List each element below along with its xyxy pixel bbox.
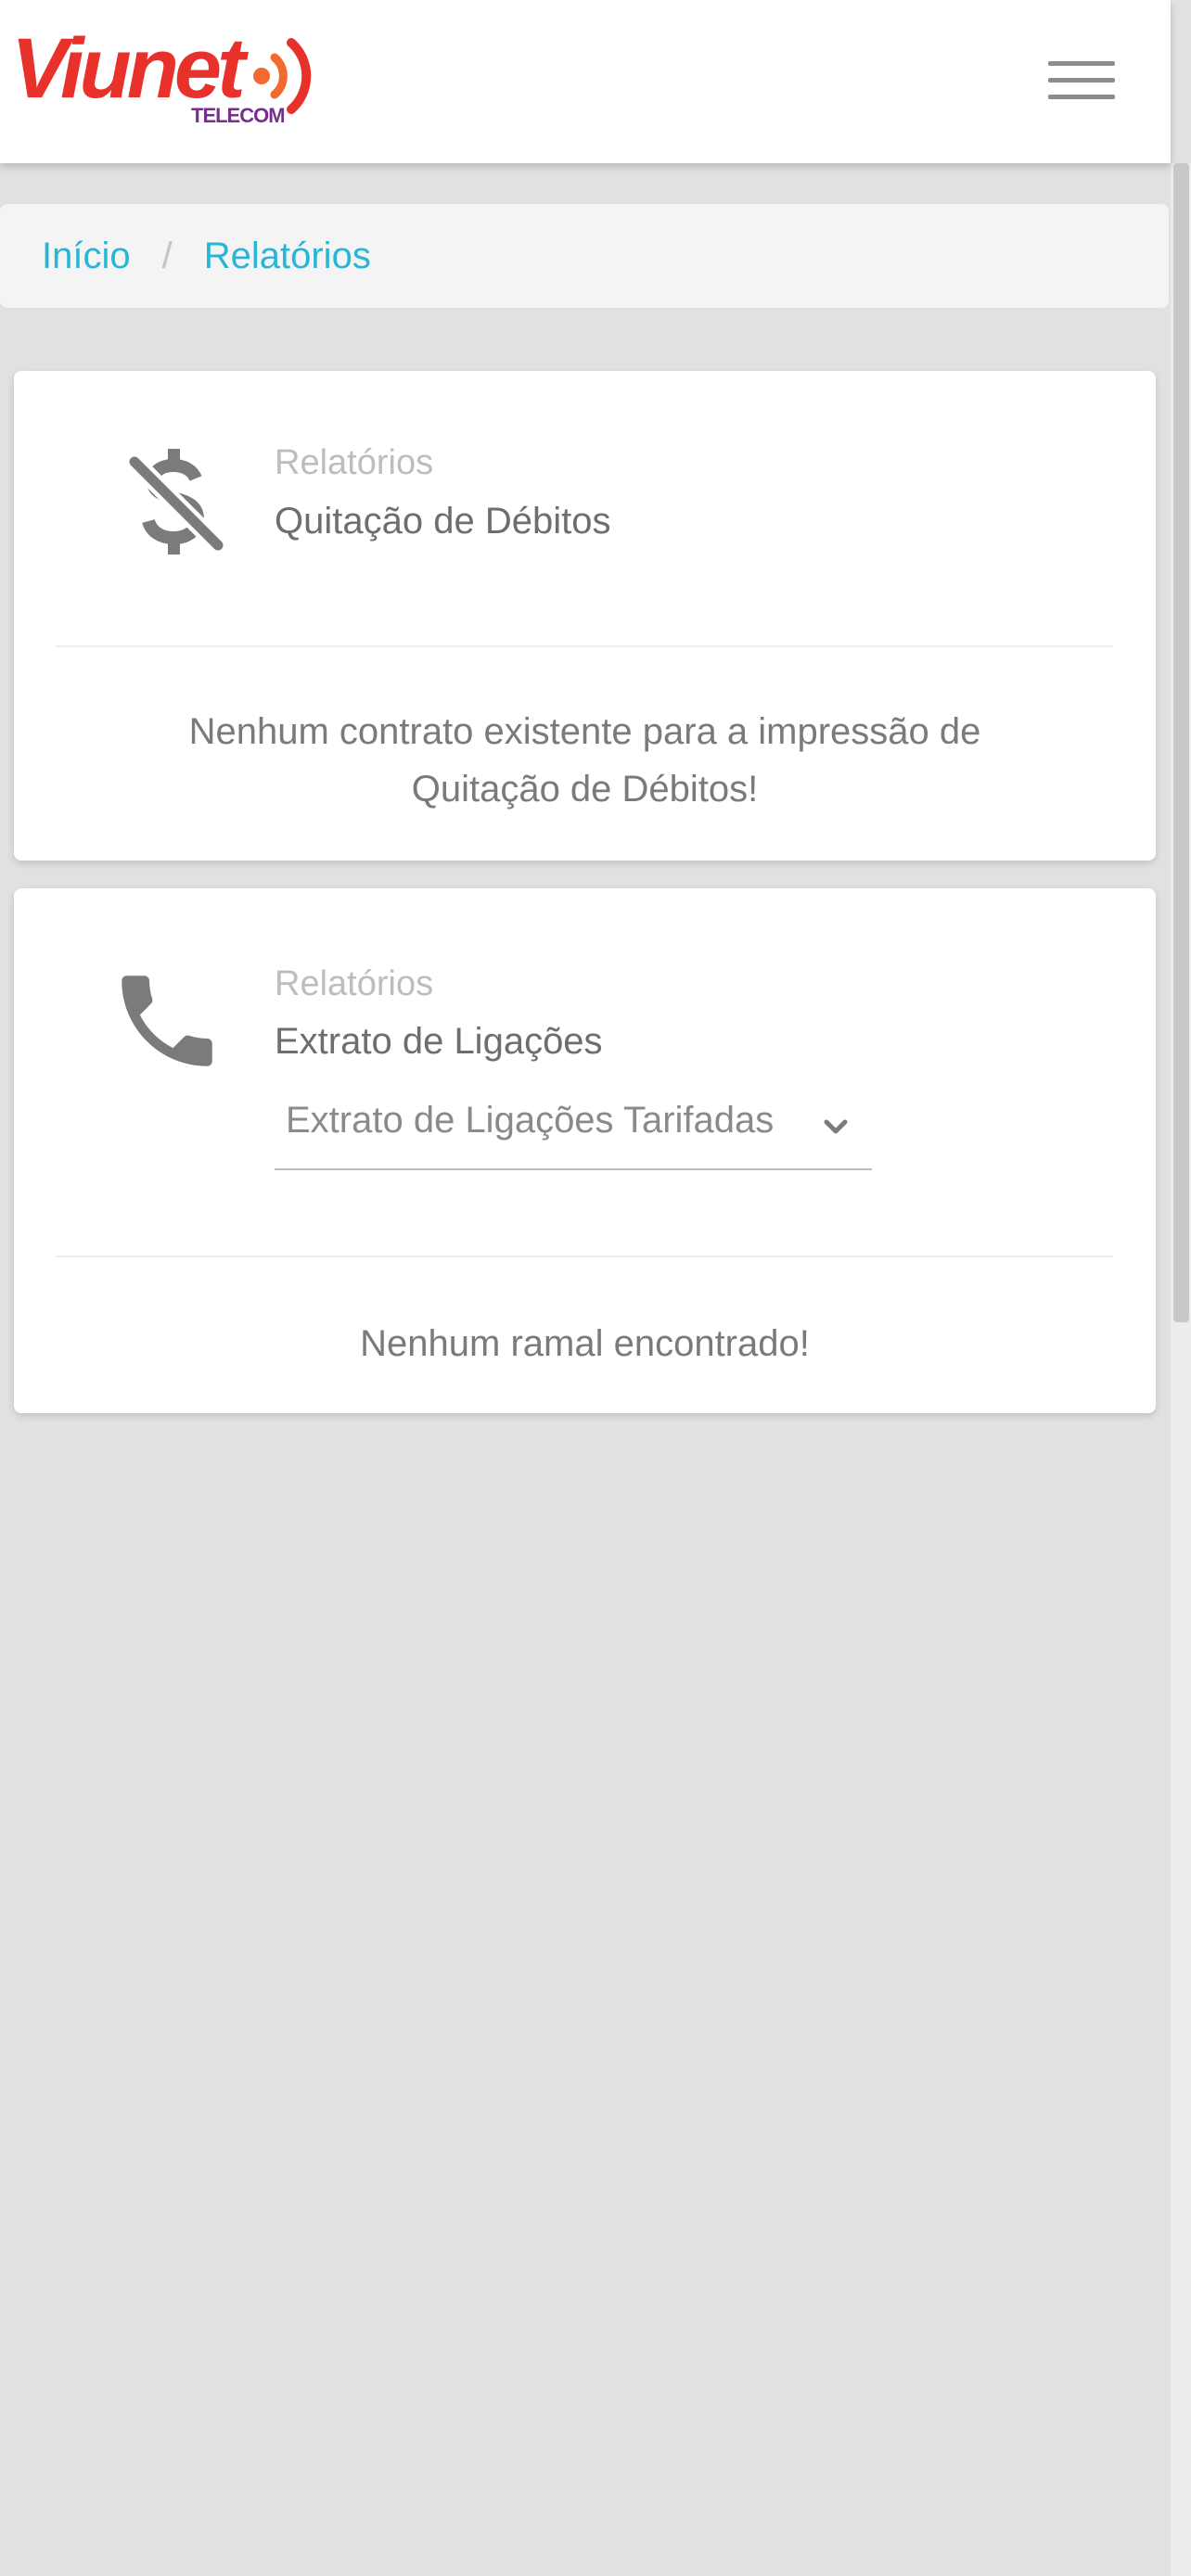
- empty-message: Nenhum ramal encontrado!: [360, 1323, 810, 1364]
- hamburger-menu-icon[interactable]: [1048, 57, 1119, 102]
- scrollbar-thumb[interactable]: [1173, 163, 1189, 1322]
- viunet-logo[interactable]: Viunet TELECOM: [11, 26, 336, 128]
- empty-message-text: Nenhum contrato existente para a impress…: [188, 711, 981, 810]
- select-value: Extrato de Ligações Tarifadas: [286, 1100, 775, 1141]
- logo-subtitle: TELECOM: [191, 104, 286, 127]
- breadcrumb-separator: /: [161, 235, 173, 276]
- breadcrumb: Início / Relatórios: [0, 204, 1169, 308]
- chevron-down-icon: [824, 1119, 848, 1134]
- scrollbar[interactable]: [1171, 163, 1191, 2576]
- phone-icon: [122, 976, 212, 1066]
- logo-wordmark: Viunet: [11, 21, 246, 116]
- empty-message: Nenhum contrato existente para a impress…: [14, 703, 1156, 818]
- top-header: Viunet TELECOM: [0, 0, 1171, 163]
- breadcrumb-reports-link[interactable]: Relatórios: [204, 236, 371, 277]
- statement-type-select[interactable]: Extrato de Ligações Tarifadas: [275, 1090, 872, 1170]
- card-kicker: Relatórios: [275, 443, 434, 482]
- breadcrumb-home-link[interactable]: Início: [42, 236, 131, 277]
- card-debt-clearance: Relatórios Quitação de Débitos Nenhum co…: [14, 371, 1156, 861]
- page: Viunet TELECOM Início / Relatórios Relat…: [0, 0, 1191, 2576]
- card-kicker: Relatórios: [275, 964, 434, 1003]
- card-title: Extrato de Ligações: [275, 1021, 603, 1062]
- card-call-statement: Relatórios Extrato de Ligações Extrato d…: [14, 888, 1156, 1413]
- divider: [56, 1256, 1113, 1257]
- divider: [56, 645, 1113, 647]
- card-title: Quitação de Débitos: [275, 501, 611, 542]
- no-dollar-icon: [127, 449, 225, 555]
